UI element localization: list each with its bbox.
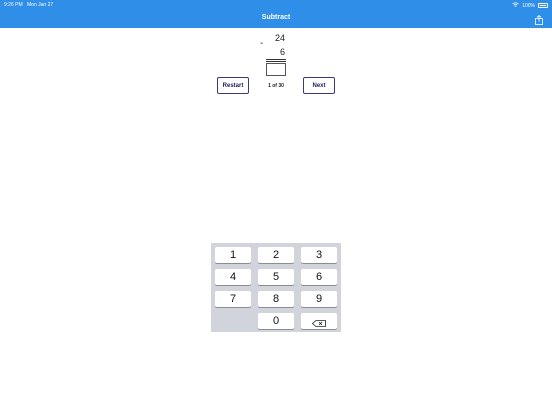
key-6[interactable]: 6: [301, 269, 337, 285]
operator-sign: -: [260, 38, 264, 49]
key-2[interactable]: 2: [258, 247, 294, 263]
answer-field[interactable]: [266, 63, 286, 76]
status-indicators: 100%: [512, 2, 548, 9]
subtrahend: 6: [279, 47, 285, 57]
key-7[interactable]: 7: [215, 291, 251, 307]
battery-percent: 100%: [522, 2, 535, 9]
progress-counter: 1 of 30: [268, 83, 284, 89]
share-icon[interactable]: [535, 12, 543, 25]
key-0[interactable]: 0: [258, 313, 294, 329]
page-title: Subtract: [261, 14, 291, 21]
key-5[interactable]: 5: [258, 269, 294, 285]
minuend: 24: [274, 33, 285, 43]
subtraction-problem: - 24 6: [255, 31, 295, 81]
key-9[interactable]: 9: [301, 291, 337, 307]
answer-rule-second: [266, 61, 286, 62]
wifi-icon: [512, 2, 519, 9]
status-time: 9:26 PM: [4, 2, 23, 8]
next-button[interactable]: Next: [303, 77, 335, 94]
backspace-icon: [311, 318, 326, 327]
status-date: Mon Jan 27: [27, 2, 54, 8]
number-keypad: 1 2 3 4 5 6 7 8 9 0: [211, 243, 341, 332]
key-1[interactable]: 1: [215, 247, 251, 263]
battery-icon: [538, 3, 548, 8]
answer-rule: [266, 59, 286, 60]
key-4[interactable]: 4: [215, 269, 251, 285]
restart-button[interactable]: Restart: [217, 77, 249, 94]
key-8[interactable]: 8: [258, 291, 294, 307]
navigation-bar: 9:26 PM Mon Jan 27 100% Subtract: [0, 0, 552, 28]
backspace-key[interactable]: [301, 313, 337, 329]
key-3[interactable]: 3: [301, 247, 337, 263]
